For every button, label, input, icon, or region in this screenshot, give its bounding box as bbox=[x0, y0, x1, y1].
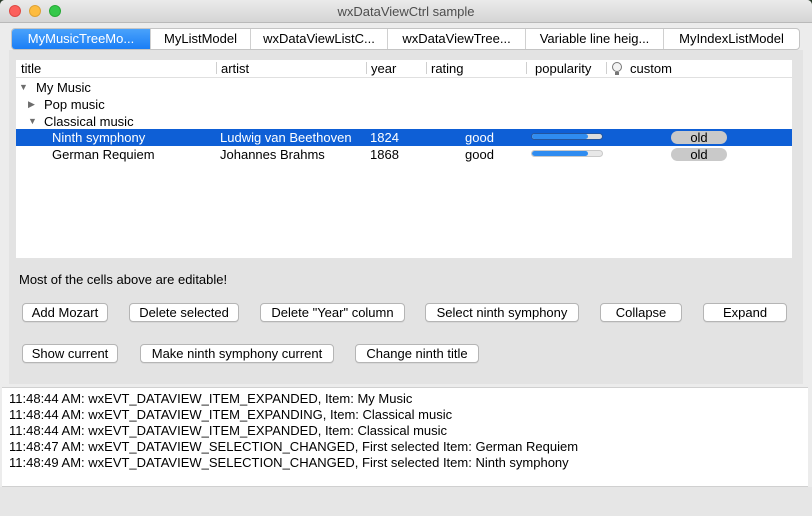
status-bar bbox=[0, 487, 812, 516]
header-rating[interactable]: rating bbox=[426, 61, 526, 76]
row-rating: good bbox=[465, 147, 494, 162]
custom-badge: old bbox=[671, 148, 727, 161]
row-year: 1824 bbox=[370, 130, 399, 145]
expander-collapsed-icon[interactable]: ▶ bbox=[28, 96, 35, 113]
event-log[interactable]: 11:48:44 AM: wxEVT_DATAVIEW_ITEM_EXPANDE… bbox=[2, 387, 808, 487]
tree-row-pop-music[interactable]: ▶ Pop music bbox=[16, 96, 792, 113]
tab-variable-line-height[interactable]: Variable line heig... bbox=[526, 29, 664, 49]
app-window: wxDataViewCtrl sample MyMusicTreeMo... M… bbox=[0, 0, 812, 516]
editable-note: Most of the cells above are editable! bbox=[19, 272, 228, 287]
row-artist: Ludwig van Beethoven bbox=[220, 130, 352, 145]
header-title[interactable]: title bbox=[16, 61, 216, 76]
expander-expanded-icon[interactable]: ▼ bbox=[19, 79, 28, 96]
tree-row-my-music[interactable]: ▼ My Music bbox=[16, 79, 792, 96]
tab-mylistmodel[interactable]: MyListModel bbox=[151, 29, 251, 49]
popularity-bar bbox=[531, 133, 603, 140]
header-divider[interactable] bbox=[526, 62, 527, 74]
lightbulb-icon bbox=[612, 62, 622, 75]
notebook-tabs: MyMusicTreeMo... MyListModel wxDataViewL… bbox=[11, 28, 800, 50]
log-line: 11:48:49 AM: wxEVT_DATAVIEW_SELECTION_CH… bbox=[9, 455, 569, 470]
delete-year-column-button[interactable]: Delete "Year" column bbox=[260, 303, 405, 322]
show-current-button[interactable]: Show current bbox=[22, 344, 118, 363]
tab-wxdataviewlistctrl[interactable]: wxDataViewListC... bbox=[251, 29, 388, 49]
row-title: Classical music bbox=[44, 114, 134, 129]
popularity-bar bbox=[531, 150, 603, 157]
custom-badge: old bbox=[671, 131, 727, 144]
log-line: 11:48:44 AM: wxEVT_DATAVIEW_ITEM_EXPANDE… bbox=[9, 391, 413, 406]
row-year: 1868 bbox=[370, 147, 399, 162]
log-line: 11:48:47 AM: wxEVT_DATAVIEW_SELECTION_CH… bbox=[9, 439, 579, 454]
make-ninth-current-button[interactable]: Make ninth symphony current bbox=[140, 344, 334, 363]
tab-wxdataviewtreectrl[interactable]: wxDataViewTree... bbox=[388, 29, 526, 49]
header-divider[interactable] bbox=[606, 62, 607, 74]
log-line: 11:48:44 AM: wxEVT_DATAVIEW_ITEM_EXPANDI… bbox=[9, 407, 453, 422]
row-artist: Johannes Brahms bbox=[220, 147, 325, 162]
header-year[interactable]: year bbox=[366, 61, 426, 76]
expand-button[interactable]: Expand bbox=[703, 303, 787, 322]
expander-expanded-icon[interactable]: ▼ bbox=[28, 113, 37, 130]
header-artist[interactable]: artist bbox=[216, 61, 366, 76]
tab-mymusictreemodel[interactable]: MyMusicTreeMo... bbox=[12, 29, 151, 49]
title-bar: wxDataViewCtrl sample bbox=[0, 0, 812, 23]
add-mozart-button[interactable]: Add Mozart bbox=[22, 303, 108, 322]
header-custom[interactable]: custom bbox=[625, 61, 725, 76]
row-title: My Music bbox=[36, 80, 91, 95]
window-title: wxDataViewCtrl sample bbox=[337, 4, 475, 19]
tree-row-german-requiem[interactable]: German Requiem Johannes Brahms 1868 good… bbox=[16, 146, 792, 163]
row-title: German Requiem bbox=[52, 147, 155, 162]
column-header: title artist year rating popularity cust… bbox=[16, 60, 792, 78]
collapse-button[interactable]: Collapse bbox=[600, 303, 682, 322]
delete-selected-button[interactable]: Delete selected bbox=[129, 303, 239, 322]
row-title: Pop music bbox=[44, 97, 105, 112]
row-title: Ninth symphony bbox=[52, 130, 146, 145]
header-popularity[interactable]: popularity bbox=[530, 61, 610, 76]
log-line: 11:48:44 AM: wxEVT_DATAVIEW_ITEM_EXPANDE… bbox=[9, 423, 448, 438]
row-rating: good bbox=[465, 130, 494, 145]
change-ninth-title-button[interactable]: Change ninth title bbox=[355, 344, 479, 363]
tab-myindexlistmodel[interactable]: MyIndexListModel bbox=[664, 29, 799, 49]
tree-row-classical-music[interactable]: ▼ Classical music bbox=[16, 113, 792, 130]
tree-row-ninth-symphony[interactable]: Ninth symphony Ludwig van Beethoven 1824… bbox=[16, 129, 792, 146]
select-ninth-symphony-button[interactable]: Select ninth symphony bbox=[425, 303, 579, 322]
data-view-tree[interactable]: title artist year rating popularity cust… bbox=[16, 60, 792, 258]
